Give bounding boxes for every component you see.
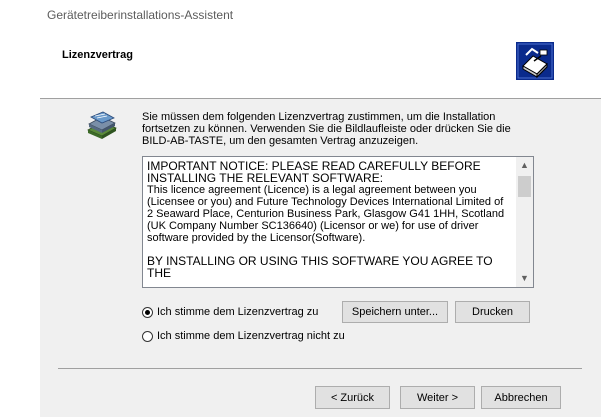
wizard-window: Gerätetreiberinstallations-Assistent Liz… (40, 0, 601, 417)
title-bar: Gerätetreiberinstallations-Assistent (40, 0, 601, 30)
next-button[interactable]: Weiter > (400, 386, 475, 409)
vertical-scrollbar[interactable]: ▲ ▼ (516, 157, 533, 287)
decline-radio-option[interactable]: Ich stimme dem Lizenzvertrag nicht zu (142, 330, 345, 342)
cancel-button[interactable]: Abbrechen (481, 386, 561, 409)
accept-radio-option[interactable]: Ich stimme dem Lizenzvertrag zu (142, 306, 318, 318)
wizard-header: Lizenzvertrag (40, 30, 601, 99)
license-body: This licence agreement (Licence) is a le… (147, 184, 505, 244)
back-button[interactable]: < Zurück (315, 386, 390, 409)
decline-radio[interactable] (142, 330, 153, 342)
license-notice: IMPORTANT NOTICE: PLEASE READ CAREFULLY … (147, 159, 481, 185)
print-button[interactable]: Drucken (455, 301, 530, 323)
license-text-box[interactable]: IMPORTANT NOTICE: PLEASE READ CAREFULLY … (142, 156, 534, 288)
license-footer: BY INSTALLING OR USING THIS SOFTWARE YOU… (147, 254, 493, 280)
driver-setup-icon (516, 42, 554, 80)
accept-radio[interactable] (142, 306, 153, 318)
footer-separator (58, 368, 582, 369)
decline-radio-label[interactable]: Ich stimme dem Lizenzvertrag nicht zu (157, 330, 345, 342)
save-as-button[interactable]: Speichern unter... (342, 301, 448, 323)
license-books-icon (87, 111, 117, 139)
intro-text: Sie müssen dem folgenden Lizenzvertrag z… (142, 111, 511, 147)
scroll-thumb[interactable] (518, 176, 531, 197)
page-title: Lizenzvertrag (62, 49, 133, 61)
license-text: IMPORTANT NOTICE: PLEASE READ CAREFULLY … (147, 160, 511, 279)
scroll-up-icon[interactable]: ▲ (516, 157, 533, 174)
scroll-down-icon[interactable]: ▼ (516, 270, 533, 287)
accept-radio-label[interactable]: Ich stimme dem Lizenzvertrag zu (157, 306, 318, 318)
window-title: Gerätetreiberinstallations-Assistent (47, 8, 234, 22)
